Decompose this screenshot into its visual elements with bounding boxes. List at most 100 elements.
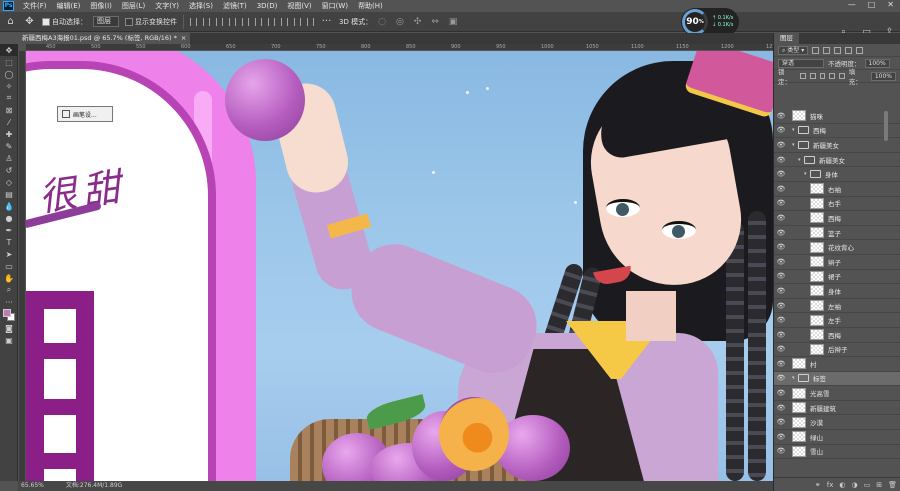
zoom-tool-icon[interactable]: ⌕ bbox=[0, 284, 18, 296]
visibility-eye-icon[interactable]: 👁 bbox=[774, 272, 788, 280]
stamp-tool-icon[interactable]: ♙ bbox=[0, 152, 18, 164]
marquee-tool-icon[interactable]: ⬚ bbox=[0, 56, 18, 68]
layer-row[interactable]: 👁 右袖 bbox=[774, 182, 900, 197]
visibility-eye-icon[interactable]: 👁 bbox=[774, 229, 788, 237]
blur-tool-icon[interactable]: 💧 bbox=[0, 200, 18, 212]
lock-position-icon[interactable] bbox=[819, 73, 826, 79]
path-selection-tool-icon[interactable]: ➤ bbox=[0, 248, 18, 260]
visibility-eye-icon[interactable]: 👁 bbox=[774, 112, 788, 120]
visibility-eye-icon[interactable]: 👁 bbox=[774, 374, 788, 382]
lasso-tool-icon[interactable]: ◯ bbox=[0, 68, 18, 80]
document-size[interactable]: 文档:276.4M/1.89G bbox=[66, 481, 122, 491]
menu-window[interactable]: 窗口(W) bbox=[317, 1, 353, 11]
pen-tool-icon[interactable]: ✒ bbox=[0, 224, 18, 236]
pan-3d-icon[interactable]: ✣ bbox=[414, 17, 422, 27]
more-tools-icon[interactable]: ··· bbox=[0, 296, 18, 308]
visibility-eye-icon[interactable]: 👁 bbox=[774, 170, 788, 178]
filter-pixel-icon[interactable] bbox=[812, 46, 820, 54]
auto-select-checkbox[interactable]: 自动选择： bbox=[42, 17, 87, 27]
orbit-3d-icon[interactable]: ◌ bbox=[378, 17, 386, 27]
visibility-eye-icon[interactable]: 👁 bbox=[774, 316, 788, 324]
visibility-eye-icon[interactable]: 👁 bbox=[774, 126, 788, 134]
new-group-icon[interactable]: ▭ bbox=[864, 481, 871, 489]
visibility-eye-icon[interactable]: 👁 bbox=[774, 433, 788, 441]
layer-kind-select[interactable]: ⌕ 类型 ▾ bbox=[778, 45, 809, 55]
layer-group-row[interactable]: 👁 ▾ 新疆美女 bbox=[774, 138, 900, 153]
visibility-eye-icon[interactable]: 👁 bbox=[774, 302, 788, 310]
menu-help[interactable]: 帮助(H) bbox=[353, 1, 388, 11]
hand-tool-icon[interactable]: ✋ bbox=[0, 272, 18, 284]
layer-row[interactable]: 👁 裙子 bbox=[774, 270, 900, 285]
layer-group-row[interactable]: 👁 ▾ 身体 bbox=[774, 167, 900, 182]
layer-row[interactable]: 👁 光高雪 bbox=[774, 386, 900, 401]
layer-group-row[interactable]: 👁 ▾ 新疆美女 bbox=[774, 153, 900, 168]
menu-type[interactable]: 文字(Y) bbox=[150, 1, 184, 11]
filter-type-icon[interactable] bbox=[834, 46, 842, 54]
distribute-icon[interactable] bbox=[268, 17, 275, 26]
lock-image-icon[interactable] bbox=[809, 73, 816, 79]
layer-row[interactable]: 👁 绿山 bbox=[774, 430, 900, 445]
lock-all-icon[interactable] bbox=[839, 73, 845, 79]
align-center-icon[interactable] bbox=[203, 17, 210, 26]
move-tool-icon[interactable]: ✥ bbox=[0, 44, 18, 56]
layer-row[interactable]: 👁 西梅 bbox=[774, 328, 900, 343]
home-icon[interactable]: ⌂ bbox=[4, 15, 17, 28]
visibility-eye-icon[interactable]: 👁 bbox=[774, 214, 788, 222]
more-icon[interactable]: ··· bbox=[320, 15, 333, 28]
link-layers-icon[interactable]: ⚭ bbox=[815, 481, 821, 489]
minimize-button[interactable]: — bbox=[848, 0, 856, 9]
brush-tool-icon[interactable]: ✎ bbox=[0, 140, 18, 152]
lock-artboard-icon[interactable] bbox=[829, 73, 835, 79]
gradient-tool-icon[interactable]: ▤ bbox=[0, 188, 18, 200]
visibility-eye-icon[interactable]: 👁 bbox=[774, 258, 788, 266]
align-top-icon[interactable] bbox=[229, 17, 236, 26]
visibility-eye-icon[interactable]: 👁 bbox=[774, 141, 788, 149]
crop-tool-icon[interactable]: ⌗ bbox=[0, 92, 18, 104]
magic-wand-tool-icon[interactable]: ✧ bbox=[0, 80, 18, 92]
zoom-level[interactable]: 65.65% bbox=[21, 481, 44, 491]
delete-layer-icon[interactable]: 🗑 bbox=[888, 481, 897, 489]
visibility-eye-icon[interactable]: 👁 bbox=[774, 418, 788, 426]
layer-row[interactable]: 👁 花纹背心 bbox=[774, 240, 900, 255]
layer-row[interactable]: 👁 辫子 bbox=[774, 255, 900, 270]
photoshop-logo[interactable]: Ps bbox=[3, 1, 14, 11]
menu-layer[interactable]: 图层(L) bbox=[117, 1, 150, 11]
shape-tool-icon[interactable]: ▭ bbox=[0, 260, 18, 272]
opacity-input[interactable]: 100% bbox=[864, 58, 890, 68]
fill-input[interactable]: 100% bbox=[870, 71, 896, 81]
visibility-eye-icon[interactable]: 👁 bbox=[774, 243, 788, 251]
filter-smart-object-icon[interactable] bbox=[856, 46, 864, 54]
eyedropper-tool-icon[interactable]: ⁄ bbox=[0, 116, 18, 128]
tab-layers[interactable]: 图层 bbox=[774, 33, 799, 44]
filter-adjustment-icon[interactable] bbox=[823, 46, 831, 54]
layers-scrollbar[interactable] bbox=[884, 111, 888, 141]
layer-row[interactable]: 👁 右手 bbox=[774, 197, 900, 212]
close-tab-icon[interactable]: × bbox=[181, 33, 186, 44]
new-layer-icon[interactable]: ⊞ bbox=[876, 481, 882, 489]
document-canvas[interactable]: 很甜 画笔设... bbox=[26, 51, 773, 481]
layer-row[interactable]: 👁 村 bbox=[774, 357, 900, 372]
visibility-eye-icon[interactable]: 👁 bbox=[774, 185, 788, 193]
menu-image[interactable]: 图像(I) bbox=[85, 1, 117, 11]
align-right-icon[interactable] bbox=[216, 17, 223, 26]
layer-row[interactable]: 👁 新疆建筑 bbox=[774, 401, 900, 416]
close-button[interactable]: ✕ bbox=[887, 0, 894, 9]
layer-row[interactable]: 👁 西梅 bbox=[774, 211, 900, 226]
layer-row[interactable]: 👁 左袖 bbox=[774, 299, 900, 314]
visibility-eye-icon[interactable]: 👁 bbox=[774, 360, 788, 368]
menu-select[interactable]: 选择(S) bbox=[184, 1, 218, 11]
roll-3d-icon[interactable]: ◎ bbox=[396, 17, 404, 27]
quick-mask-icon[interactable]: ◙ bbox=[0, 322, 18, 334]
layer-group-row[interactable]: 👁 ▾ 西梅 bbox=[774, 124, 900, 139]
visibility-eye-icon[interactable]: 👁 bbox=[774, 287, 788, 295]
color-swatches[interactable] bbox=[0, 308, 18, 322]
adjustment-layer-icon[interactable]: ◑ bbox=[852, 481, 858, 489]
fx-icon[interactable]: fx bbox=[827, 481, 834, 489]
layer-row[interactable]: 👁 沙漠 bbox=[774, 415, 900, 431]
maximize-button[interactable]: □ bbox=[868, 0, 876, 9]
align-left-icon[interactable] bbox=[190, 17, 197, 26]
distribute-icon[interactable] bbox=[281, 17, 288, 26]
layer-row[interactable]: 👁 左手 bbox=[774, 313, 900, 328]
slide-3d-icon[interactable]: ⇔ bbox=[431, 17, 439, 27]
healing-brush-tool-icon[interactable]: ✚ bbox=[0, 128, 18, 140]
